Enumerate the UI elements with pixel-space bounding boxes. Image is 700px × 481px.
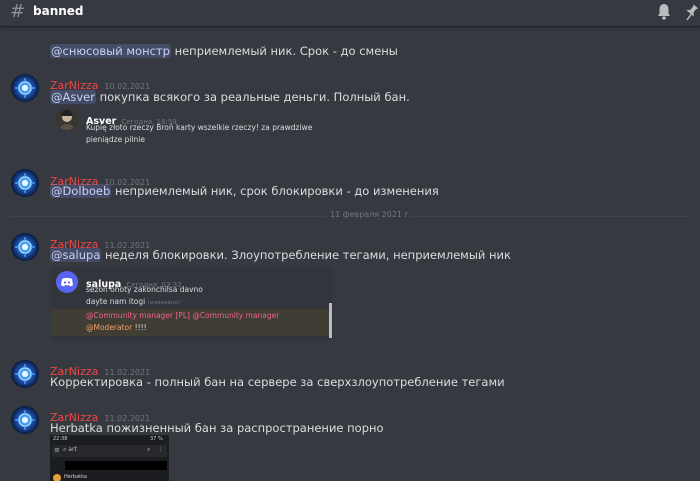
channel-name: banned bbox=[33, 4, 84, 18]
exclamation-text: !!!! bbox=[134, 323, 147, 332]
message-text: неделя блокировки. Злоупотребление тегам… bbox=[105, 248, 511, 262]
menu-icon: ≡ bbox=[54, 446, 60, 454]
search-query: art bbox=[68, 446, 77, 453]
phone-username: Herbatka bbox=[64, 474, 87, 480]
message-list[interactable]: @снюсовый монстр неприемлемый ник. Срок … bbox=[0, 27, 700, 481]
phone-battery: 37 % bbox=[150, 436, 163, 442]
attachment-image[interactable]: 22:38 37 % ≡ ⌕ art ⌕ ⋮ Herbatka bbox=[50, 435, 169, 481]
search-icon: ⌕ bbox=[147, 446, 151, 453]
message-content: @Asver покупка всякого за реальные деньг… bbox=[50, 90, 410, 104]
embed-line: sezon ohoty zakonchilsa davno bbox=[86, 285, 203, 294]
date-divider-label: 11 февраля 2021 г. bbox=[326, 210, 416, 219]
avatar[interactable] bbox=[11, 406, 39, 434]
message-content: @снюсовый монстр неприемлемый ник. Срок … bbox=[50, 44, 398, 58]
channel-header: # banned bbox=[0, 0, 700, 27]
avatar[interactable] bbox=[11, 360, 39, 388]
edited-label: (изменено) bbox=[147, 300, 180, 306]
avatar[interactable] bbox=[11, 169, 39, 197]
phone-time: 22:38 bbox=[53, 436, 68, 442]
phone-avatar bbox=[53, 474, 61, 481]
embed-line-text: dayte nam itogi bbox=[86, 297, 146, 306]
phone-search-text: ⌕ art bbox=[63, 446, 77, 454]
scrollbar[interactable] bbox=[329, 303, 332, 338]
role-mentions: @Community manager [PL] @Community manag… bbox=[86, 311, 280, 320]
avatar[interactable] bbox=[11, 233, 39, 261]
bell-icon[interactable] bbox=[656, 3, 672, 25]
more-icon: ⋮ bbox=[158, 446, 164, 453]
message-text: неприемлемый ник, срок блокировки - до и… bbox=[114, 184, 439, 198]
redacted-bar bbox=[65, 461, 167, 470]
embed-line: dayte nam itogi (изменено) bbox=[86, 297, 180, 306]
avatar[interactable] bbox=[11, 74, 39, 102]
message-content: @Dolboeb неприемлемый ник, срок блокиров… bbox=[50, 184, 439, 198]
embed-line: pieniądze pilnie bbox=[86, 135, 145, 144]
message-text: Корректировка - полный бан на сервере за… bbox=[50, 375, 505, 389]
hash-icon: # bbox=[10, 1, 26, 22]
role-mention: @Moderator bbox=[86, 323, 133, 332]
message-content: @salupa неделя блокировки. Злоупотреблен… bbox=[50, 248, 511, 262]
user-mention[interactable]: @salupa bbox=[50, 248, 102, 262]
pin-icon[interactable] bbox=[684, 3, 700, 25]
user-mention[interactable]: @Asver bbox=[50, 90, 96, 104]
message-text: неприемлемый ник. Срок - до смены bbox=[174, 44, 398, 58]
message-text: Herbatka пожизненный бан за распростране… bbox=[50, 421, 384, 435]
embed-line: Kupię złoto rzeczy Broń karty wszelkie r… bbox=[86, 123, 313, 132]
discord-logo-icon bbox=[56, 271, 78, 293]
search-icon: ⌕ bbox=[63, 446, 67, 453]
user-mention[interactable]: @Dolboeb bbox=[50, 184, 112, 198]
user-mention[interactable]: @снюсовый монстр bbox=[50, 44, 171, 58]
embed-avatar bbox=[56, 108, 78, 130]
role-mention-line: @Moderator !!!! bbox=[86, 323, 147, 332]
message-text: покупка всякого за реальные деньги. Полн… bbox=[99, 90, 410, 104]
